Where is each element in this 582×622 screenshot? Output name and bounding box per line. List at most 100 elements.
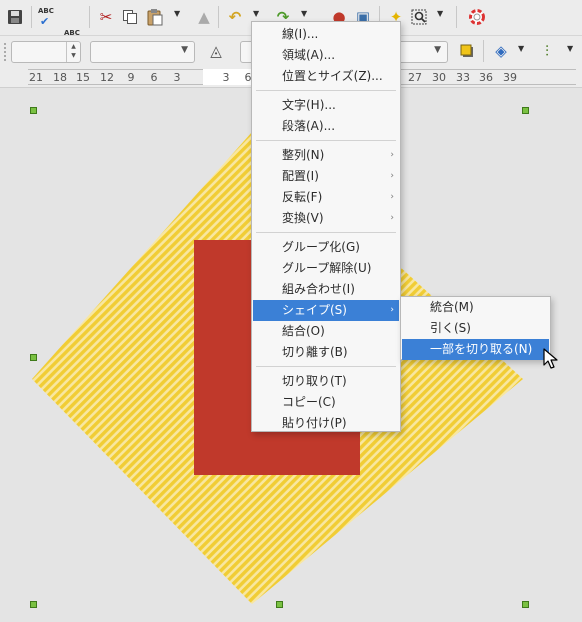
menu-item-group[interactable]: グループ化(G) (253, 237, 399, 258)
clone-format-icon[interactable]: ▲ (193, 6, 215, 28)
submenu-item-subtract[interactable]: 引く(S) (402, 318, 549, 339)
submenu-arrow-icon: › (390, 213, 394, 223)
ruler-number: 36 (479, 71, 493, 84)
help-icon[interactable] (466, 6, 488, 28)
ruler-number: 12 (100, 71, 114, 84)
menu-item-connect[interactable]: 結合(O) (253, 321, 399, 342)
menu-item-label: 位置とサイズ(Z)... (282, 69, 383, 83)
submenu-arrow-icon: › (390, 305, 394, 315)
submenu-arrow-icon: › (390, 171, 394, 181)
menu-item-position-size[interactable]: 位置とサイズ(Z)... (253, 66, 399, 87)
align-dropdown-icon[interactable]: ▼ (567, 44, 573, 53)
menu-item-label: 貼り付け(P) (282, 416, 347, 430)
shapes-submenu: 統合(M) 引く(S) 一部を切り取る(N) (400, 296, 551, 360)
menu-item-label: 切り取り(T) (282, 374, 347, 388)
ruler-number: 15 (76, 71, 90, 84)
menu-item-ungroup[interactable]: グループ解除(U) (253, 258, 399, 279)
menu-item-label: 段落(A)... (282, 119, 336, 133)
selection-handle[interactable] (276, 601, 283, 608)
menu-item-cut[interactable]: 切り取り(T) (253, 371, 399, 392)
menu-item-label: 組み合わせ(I) (282, 282, 355, 296)
menu-item-label: コピー(C) (282, 395, 336, 409)
transform-dropdown-icon[interactable]: ▼ (518, 44, 524, 53)
menu-item-label: 統合(M) (430, 300, 474, 314)
paste-icon[interactable] (144, 6, 166, 28)
undo-icon[interactable]: ↶ (224, 6, 246, 28)
menu-item-convert[interactable]: 変換(V) › (253, 208, 399, 229)
selection-handle[interactable] (30, 601, 37, 608)
ruler-number: 18 (53, 71, 67, 84)
transform-icon[interactable]: ◈ (490, 40, 512, 62)
spellcheck-icon[interactable]: ABC ✔ (36, 6, 58, 28)
menu-separator (256, 90, 396, 91)
copy-icon[interactable] (119, 6, 141, 28)
menu-item-label: 一部を切り取る(N) (430, 342, 533, 356)
selection-handle[interactable] (522, 601, 529, 608)
save-icon[interactable] (4, 6, 26, 28)
toolbar-separator (89, 6, 90, 28)
context-menu: 線(I)... 領域(A)... 位置とサイズ(Z)... 文字(H)... 段… (251, 21, 401, 432)
ruler-number: 30 (432, 71, 446, 84)
toolbar-grip (4, 43, 6, 61)
menu-item-break[interactable]: 切り離す(B) (253, 342, 399, 363)
menu-item-area[interactable]: 領域(A)... (253, 45, 399, 66)
chevron-down-icon: ▼ (434, 45, 441, 55)
spin-arrows-icon[interactable]: ▲ ▼ (66, 42, 80, 62)
paste-dropdown-icon[interactable]: ▼ (174, 9, 180, 18)
menu-item-label: 整列(N) (282, 148, 325, 162)
mouse-pointer-icon (543, 348, 558, 369)
menu-item-arrange[interactable]: 整列(N) › (253, 145, 399, 166)
selection-handle[interactable] (30, 354, 37, 361)
chevron-down-icon: ▼ (181, 45, 188, 55)
ruler-number: 3 (173, 71, 181, 84)
menu-item-combine[interactable]: 組み合わせ(I) (253, 279, 399, 300)
menu-separator (256, 140, 396, 141)
menu-item-label: 反転(F) (282, 190, 323, 204)
menu-item-paste[interactable]: 貼り付け(P) (253, 413, 399, 434)
submenu-item-intersect[interactable]: 一部を切り取る(N) (402, 339, 549, 360)
menu-item-label: 変換(V) (282, 211, 324, 225)
toolbar-separator (218, 6, 219, 28)
menu-item-label: 線(I)... (282, 27, 319, 41)
menu-item-label: 引く(S) (430, 321, 471, 335)
menu-item-label: シェイプ(S) (282, 303, 347, 317)
ruler-number: 6 (150, 71, 158, 84)
menu-item-paragraph[interactable]: 段落(A)... (253, 116, 399, 137)
align-icon[interactable]: ⫶ (536, 40, 558, 62)
submenu-arrow-icon: › (390, 192, 394, 202)
menu-separator (256, 366, 396, 367)
cut-icon[interactable]: ✂ (95, 6, 117, 28)
toolbar-separator (483, 40, 484, 62)
menu-item-label: グループ解除(U) (282, 261, 372, 275)
menu-item-align[interactable]: 配置(I) › (253, 166, 399, 187)
menu-item-label: 配置(I) (282, 169, 319, 183)
selection-handle[interactable] (522, 107, 529, 114)
line-style-combo[interactable]: ▼ (90, 41, 195, 63)
ruler-number: 33 (456, 71, 470, 84)
menu-item-line[interactable]: 線(I)... (253, 24, 399, 45)
menu-item-shapes[interactable]: シェイプ(S) › (253, 300, 399, 321)
undo-dropdown-icon[interactable]: ▼ (253, 9, 259, 18)
menu-item-label: グループ化(G) (282, 240, 360, 254)
toolbar-separator (456, 6, 457, 28)
menu-item-copy[interactable]: コピー(C) (253, 392, 399, 413)
ruler-number: 27 (408, 71, 422, 84)
menu-separator (256, 232, 396, 233)
shadow-icon[interactable] (456, 40, 478, 62)
selection-handle[interactable] (30, 107, 37, 114)
zoom-dropdown-icon[interactable]: ▼ (437, 9, 443, 18)
ruler-number: 9 (127, 71, 135, 84)
menu-item-label: 領域(A)... (282, 48, 336, 62)
area-style-icon[interactable]: ◬ (205, 40, 227, 62)
line-width-spinbox[interactable]: ▲ ▼ (11, 41, 81, 63)
submenu-arrow-icon: › (390, 150, 394, 160)
menu-item-flip[interactable]: 反転(F) › (253, 187, 399, 208)
menu-item-label: 文字(H)... (282, 98, 336, 112)
submenu-item-merge[interactable]: 統合(M) (402, 297, 549, 318)
menu-item-label: 結合(O) (282, 324, 325, 338)
redo-dropdown-icon[interactable]: ▼ (301, 9, 307, 18)
ruler-number: 21 (29, 71, 43, 84)
zoom-icon[interactable] (408, 6, 430, 28)
menu-item-character[interactable]: 文字(H)... (253, 95, 399, 116)
ruler-number: 3 (222, 71, 230, 84)
